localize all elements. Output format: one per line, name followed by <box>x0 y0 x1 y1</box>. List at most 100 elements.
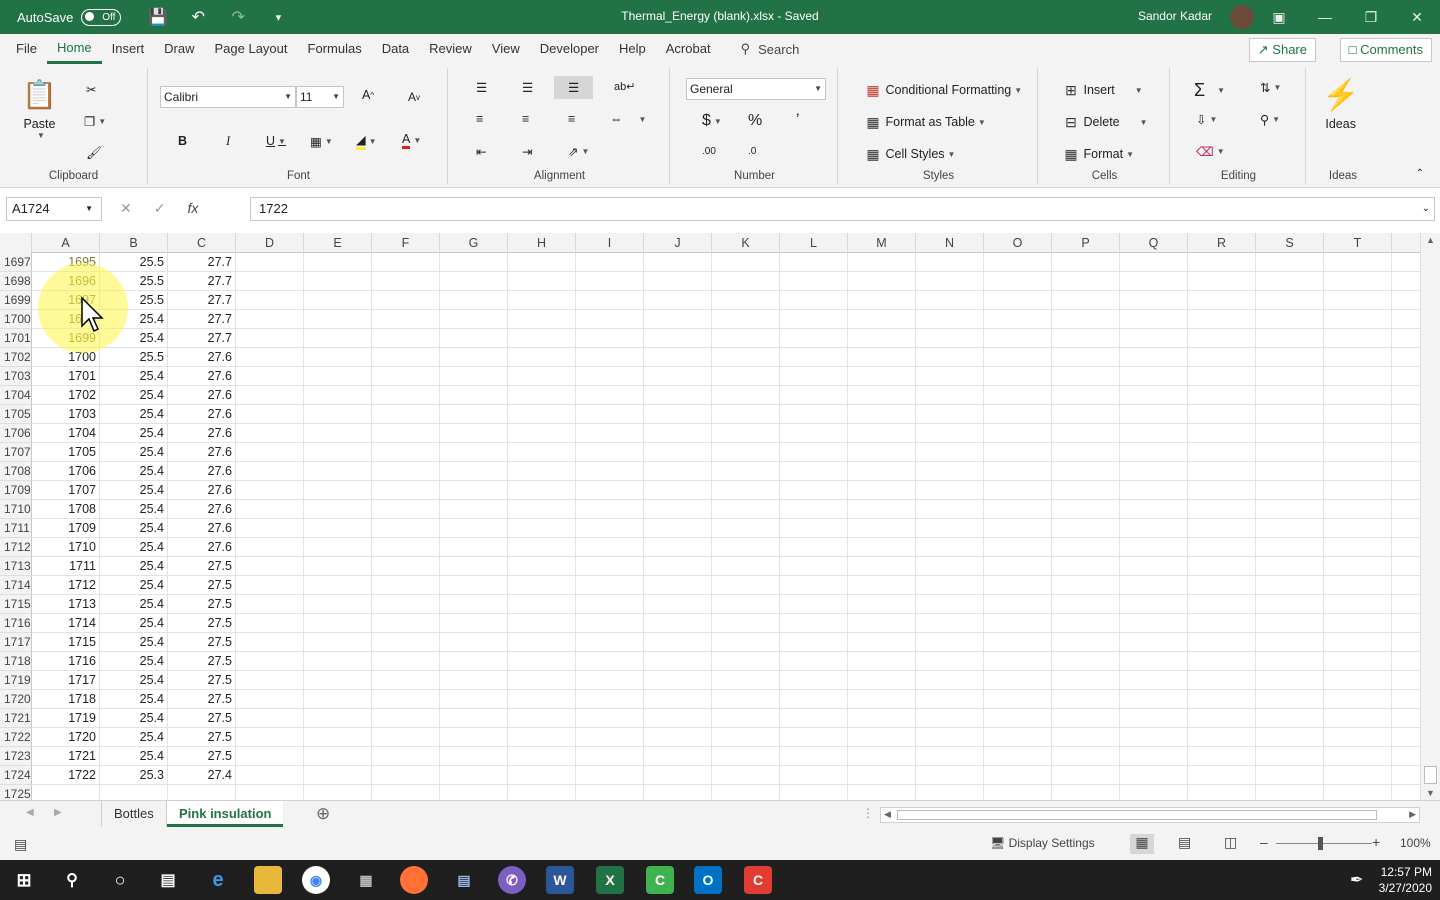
cell-a1708[interactable]: 1706 <box>32 462 100 481</box>
font-size-select[interactable]: 11 ▼ <box>296 86 344 108</box>
avatar[interactable] <box>1230 5 1254 29</box>
cell-b1717[interactable]: 25.4 <box>100 633 168 652</box>
cell-c1711[interactable]: 27.6 <box>168 519 236 538</box>
cell-c1717[interactable]: 27.5 <box>168 633 236 652</box>
cell-a1706[interactable]: 1704 <box>32 424 100 443</box>
tab-data[interactable]: Data <box>372 34 419 64</box>
horizontal-scrollbar[interactable]: ◀ ▶ <box>880 807 1420 823</box>
share-button[interactable]: ↗ Share <box>1248 38 1316 62</box>
tab-page-layout[interactable]: Page Layout <box>205 34 298 64</box>
font-name-select[interactable]: Calibri ▼ <box>160 86 296 108</box>
cell-c1707[interactable]: 27.6 <box>168 443 236 462</box>
redo-icon[interactable]: ↷ <box>227 7 249 27</box>
cell-a1704[interactable]: 1702 <box>32 386 100 405</box>
row-header[interactable]: 1700 <box>0 310 32 329</box>
cell-a1719[interactable]: 1717 <box>32 671 100 690</box>
zoom-in-icon[interactable]: + <box>1372 834 1380 850</box>
column-header-d[interactable]: D <box>236 233 304 253</box>
row-header[interactable]: 1707 <box>0 443 32 462</box>
cell-c1704[interactable]: 27.6 <box>168 386 236 405</box>
tab-acrobat[interactable]: Acrobat <box>656 34 721 64</box>
recorder-icon[interactable]: C <box>744 866 772 894</box>
row-header[interactable]: 1725 <box>0 785 32 800</box>
collapse-ribbon-icon[interactable]: ⌃ <box>1416 168 1424 179</box>
row-header[interactable]: 1720 <box>0 690 32 709</box>
scroll-thumb[interactable] <box>1424 766 1437 784</box>
camtasia-icon[interactable]: C <box>646 866 674 894</box>
row-header[interactable]: 1710 <box>0 500 32 519</box>
cell-a1707[interactable]: 1705 <box>32 443 100 462</box>
cell-c1705[interactable]: 27.6 <box>168 405 236 424</box>
cell-b1713[interactable]: 25.4 <box>100 557 168 576</box>
merge-center-icon[interactable]: ⇔ ▼ <box>610 112 646 126</box>
scroll-right-icon[interactable]: ▶ <box>1409 809 1416 820</box>
cell-a1722[interactable]: 1720 <box>32 728 100 747</box>
page-layout-view-icon[interactable]: ▤ <box>1178 834 1191 851</box>
cell-c1710[interactable]: 27.6 <box>168 500 236 519</box>
column-header-t[interactable]: T <box>1324 233 1392 253</box>
cell-c1697[interactable]: 27.7 <box>168 253 236 272</box>
column-header-c[interactable]: C <box>168 233 236 253</box>
cell-b1716[interactable]: 25.4 <box>100 614 168 633</box>
zoom-slider-thumb[interactable] <box>1318 837 1323 850</box>
bold-icon[interactable]: B <box>178 134 187 148</box>
hscroll-thumb[interactable] <box>897 810 1377 820</box>
pen-icon[interactable]: ✒ <box>1350 870 1363 890</box>
row-header[interactable]: 1717 <box>0 633 32 652</box>
cell-c1719[interactable]: 27.5 <box>168 671 236 690</box>
cell-a1721[interactable]: 1719 <box>32 709 100 728</box>
row-header[interactable]: 1724 <box>0 766 32 785</box>
file-explorer-icon[interactable] <box>254 866 282 894</box>
column-header-a[interactable]: A <box>32 233 100 253</box>
minimize-icon[interactable]: — <box>1302 0 1348 34</box>
cell-c1702[interactable]: 27.6 <box>168 348 236 367</box>
sheet-tab-bottles[interactable]: Bottles <box>101 801 167 827</box>
ideas-button[interactable]: ⚡ Ideas <box>1322 78 1359 131</box>
formula-input[interactable]: 1722 ⌄ <box>250 197 1435 221</box>
worksheet-grid[interactable]: ABCDEFGHIJKLMNOPQRST 1697 1695 25.5 27.7 169… <box>0 233 1420 800</box>
row-header[interactable]: 1716 <box>0 614 32 633</box>
cortana-icon[interactable]: ○ <box>106 866 134 894</box>
cell-a1713[interactable]: 1711 <box>32 557 100 576</box>
underline-icon[interactable]: U ▼ <box>266 134 286 148</box>
scroll-up-icon[interactable]: ▲ <box>1426 235 1435 245</box>
currency-icon[interactable]: $ ▼ <box>702 112 722 130</box>
cell-a1717[interactable]: 1715 <box>32 633 100 652</box>
cell-c1708[interactable]: 27.6 <box>168 462 236 481</box>
comments-button[interactable]: □ Comments <box>1339 38 1432 62</box>
word-icon[interactable]: W <box>546 866 574 894</box>
align-center-icon[interactable]: ≡ <box>522 112 529 126</box>
tab-draw[interactable]: Draw <box>154 34 204 64</box>
wrap-text-icon[interactable]: ab↵ <box>614 80 635 93</box>
cell-b1722[interactable]: 25.4 <box>100 728 168 747</box>
row-header[interactable]: 1698 <box>0 272 32 291</box>
align-middle-icon[interactable]: ☰ <box>522 80 533 95</box>
row-header[interactable]: 1703 <box>0 367 32 386</box>
row-header[interactable]: 1713 <box>0 557 32 576</box>
decrease-decimal-icon[interactable]: .0 <box>748 146 756 157</box>
cell-c1703[interactable]: 27.6 <box>168 367 236 386</box>
row-header[interactable]: 1704 <box>0 386 32 405</box>
cell-b1714[interactable]: 25.4 <box>100 576 168 595</box>
cell-b1724[interactable]: 25.3 <box>100 766 168 785</box>
autosave-toggle[interactable]: AutoSave Off <box>17 8 122 26</box>
row-header[interactable]: 1723 <box>0 747 32 766</box>
zoom-slider[interactable] <box>1276 843 1372 844</box>
tab-help[interactable]: Help <box>609 34 656 64</box>
row-header[interactable]: 1708 <box>0 462 32 481</box>
align-right-icon[interactable]: ≡ <box>568 112 575 126</box>
cell-b1725[interactable] <box>100 785 168 800</box>
display-settings-button[interactable]: 🖥 Display Settings <box>990 836 1095 850</box>
chrome-icon[interactable]: ◉ <box>302 866 330 894</box>
cell-c1718[interactable]: 27.5 <box>168 652 236 671</box>
windows-start-icon[interactable]: ⊞ <box>10 866 38 894</box>
sheet-tab-pink-insulation[interactable]: Pink insulation <box>167 801 284 827</box>
sort-filter-icon[interactable]: ⇅ ▼ <box>1260 80 1281 95</box>
column-header-j[interactable]: J <box>644 233 712 253</box>
row-header[interactable]: 1719 <box>0 671 32 690</box>
column-header-i[interactable]: I <box>576 233 644 253</box>
decrease-indent-icon[interactable]: ⇤ <box>476 144 486 159</box>
search-icon[interactable]: ⚲ <box>58 866 86 894</box>
tab-formulas[interactable]: Formulas <box>298 34 372 64</box>
borders-icon[interactable]: ▦ ▼ <box>310 134 333 149</box>
